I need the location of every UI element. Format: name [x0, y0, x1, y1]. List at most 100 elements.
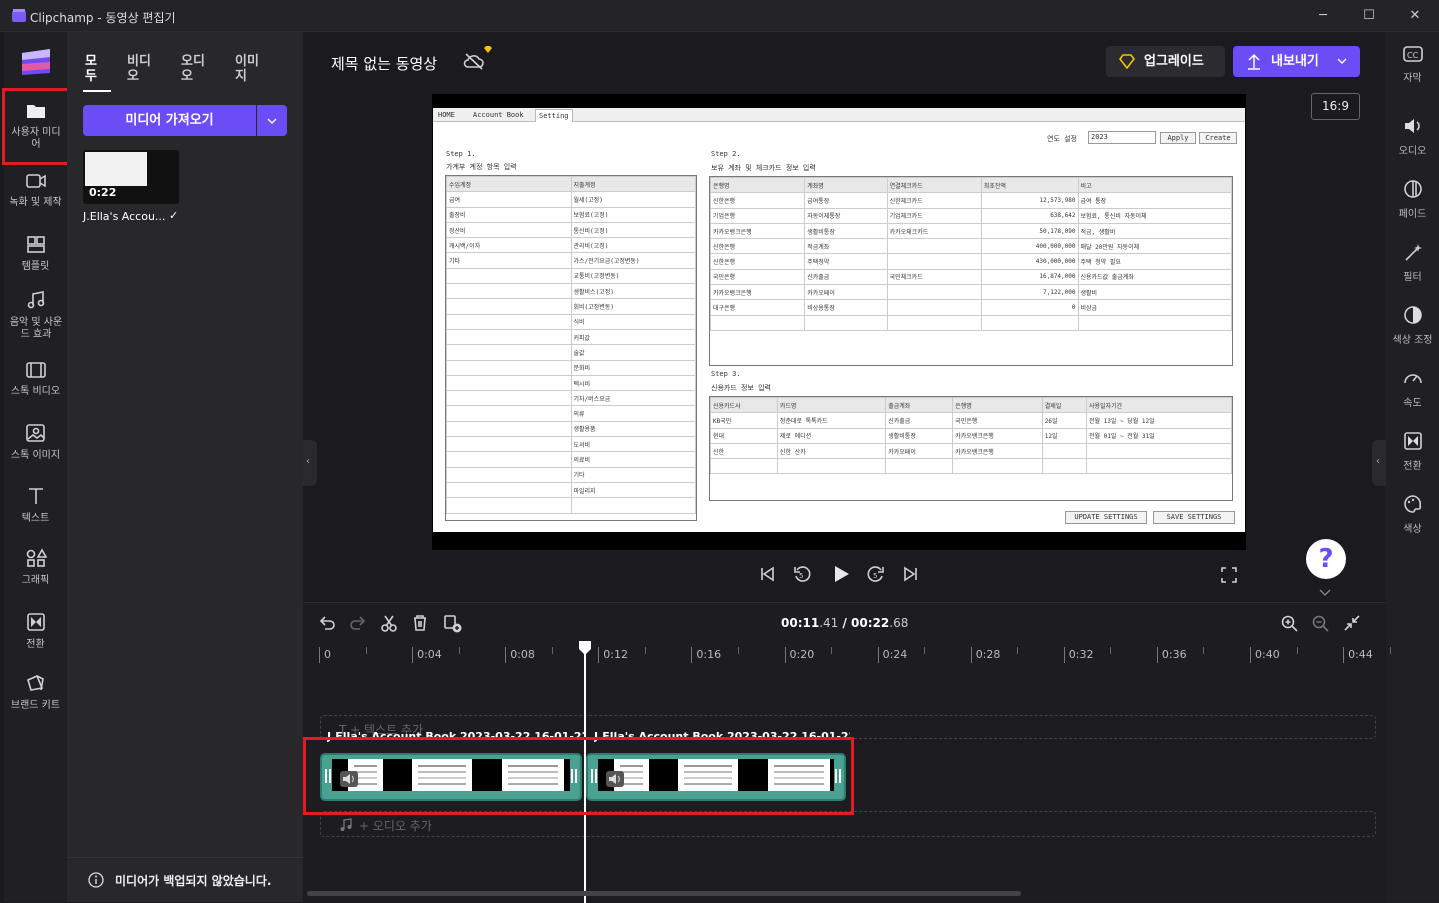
minimize-button[interactable]: ─ [1311, 6, 1335, 26]
tab-audio[interactable]: 오디오 [181, 54, 211, 84]
grid-cell: 0 [980, 299, 1079, 316]
grid-cell: 12,573,980 [980, 192, 1079, 209]
project-title[interactable]: 제목 없는 동영상 [331, 53, 437, 74]
grid-row: 기타 [446, 466, 696, 483]
speaker-icon [1404, 119, 1420, 133]
chevron-down-icon [1337, 58, 1347, 64]
help-button[interactable]: ? [1306, 539, 1346, 579]
ruler-label: 0:20 [789, 648, 815, 661]
ruler-tick [1063, 647, 1065, 663]
grid-cell [446, 313, 572, 330]
grid-cell: 전월 01일 ~ 전월 31일 [1085, 427, 1233, 444]
zoom-out-icon[interactable] [1311, 614, 1329, 632]
nav-text[interactable]: 텍스트 [4, 486, 67, 525]
right-label: 자막 [1403, 73, 1422, 84]
rewind-5-icon[interactable]: 5 [792, 564, 812, 584]
nav-label: 녹화 및 제작 [9, 197, 62, 208]
grid-cell: 보험료(고정) [570, 206, 696, 223]
grid-header-cell: 결제일 [1041, 396, 1087, 414]
import-media-button[interactable]: 미디어 가져오기 [83, 105, 256, 136]
step3-sub: 신용카드 정보 입력 [711, 384, 771, 392]
right-captions[interactable]: CC 자막 [1386, 45, 1439, 84]
right-color[interactable]: 색상 [1386, 494, 1439, 535]
thumbnail-name: J.Ella's Accou... [83, 210, 166, 223]
nav-brand-kit[interactable]: 브랜드 키트 [4, 673, 67, 712]
collapse-right-handle[interactable]: ‹ [1372, 440, 1386, 486]
scissors-icon[interactable] [380, 614, 398, 632]
export-button[interactable]: 내보내기 [1233, 46, 1360, 77]
nav-label: 스톡 이미지 [10, 450, 61, 461]
media-thumbnail[interactable]: 0:22 [83, 150, 179, 204]
fit-timeline-icon[interactable] [1343, 614, 1361, 632]
grid-cell: 400,000,000 [980, 238, 1079, 255]
maximize-button[interactable]: ☐ [1357, 6, 1381, 26]
grid-cell [980, 314, 1079, 331]
time-ruler[interactable]: 0 0:04 0:08 0:12 0:16 0:20 0:24 0:28 0:32 0:36 0:4… [303, 643, 1391, 665]
step1-sub: 가계부 계정 항목 입력 [446, 163, 517, 171]
nav-transitions[interactable]: 전환 [4, 612, 67, 651]
app-logo-icon [22, 49, 50, 75]
grid-cell: 적금계좌 [804, 238, 888, 255]
nav-templates[interactable]: 템플릿 [4, 234, 67, 273]
nav-stock-images[interactable]: 스톡 이미지 [4, 423, 67, 462]
right-audio[interactable]: 오디오 [1386, 116, 1439, 157]
grid-cell: 관리비(고정) [570, 237, 696, 254]
right-speed[interactable]: 속도 [1386, 368, 1439, 409]
skip-back-icon[interactable] [758, 565, 776, 583]
grid-cell [886, 253, 982, 270]
grid-cell [446, 344, 572, 361]
tab-all[interactable]: 모두 [85, 54, 115, 84]
import-dropdown-button[interactable] [257, 105, 287, 136]
upgrade-button[interactable]: 업그레이드 [1106, 46, 1225, 77]
ruler-minor-tick [1389, 647, 1391, 654]
right-transition[interactable]: 전환 [1386, 431, 1439, 472]
title-bar: Clipchamp - 동영상 편집기 ─ ☐ ✕ [0, 0, 1439, 32]
tab-video[interactable]: 비디오 [127, 54, 157, 84]
nav-music[interactable]: 음악 및 사운드 효과 [4, 290, 67, 341]
duplicate-icon[interactable] [443, 614, 463, 633]
create-btn: Create [1199, 132, 1237, 144]
skip-forward-icon[interactable] [902, 565, 920, 583]
nav-record[interactable]: 녹화 및 제작 [4, 172, 67, 209]
grid-cell: KB국민 [710, 412, 778, 429]
chevron-down-icon[interactable] [1319, 589, 1331, 597]
right-filter[interactable]: 필터 [1386, 242, 1439, 283]
nav-stock-video[interactable]: 스톡 비디오 [4, 361, 67, 398]
nav-graphics[interactable]: 그래픽 [4, 548, 67, 587]
close-button[interactable]: ✕ [1403, 6, 1427, 26]
grid-cell [886, 299, 982, 316]
play-icon[interactable] [830, 563, 852, 585]
nav-label: 템플릿 [21, 261, 50, 272]
cloud-off-icon [463, 53, 484, 70]
grid-cell: 주택청약 [804, 253, 888, 270]
grid-row: 기업은행 자동이체통장 기업체크카드 638,642 보험료, 통신비 자동이체 [709, 207, 1232, 224]
grid-cell: 술값 [570, 344, 696, 361]
aspect-ratio-button[interactable]: 16:9 [1311, 93, 1360, 120]
grid-cell: 자동이체통장 [804, 207, 888, 224]
grid-header-cell: 은행명 [952, 396, 1043, 414]
tab-images[interactable]: 이미지 [235, 54, 265, 84]
forward-5-icon[interactable]: 5 [866, 564, 886, 584]
undo-icon[interactable] [318, 614, 336, 632]
collapse-left-handle[interactable]: ‹ [303, 440, 317, 486]
grid-cell: 신한 산카 [776, 442, 887, 460]
preview-document: HOME Account Book Setting 연도 설정 2023 App… [433, 108, 1245, 532]
step1-title: Step 1. [446, 150, 476, 158]
playhead-handle[interactable] [579, 641, 591, 655]
right-fade[interactable]: 페이드 [1386, 179, 1439, 220]
right-color-adjust[interactable]: 색상 조정 [1386, 305, 1439, 346]
grid-cell: 신한체크카드 [886, 192, 982, 209]
trash-icon[interactable] [411, 614, 429, 632]
grid-row: 국민은행 신카출금 국민체크카드 16,874,000 신용카드값 출금계좌 [709, 268, 1232, 286]
zoom-in-icon[interactable] [1280, 614, 1298, 632]
ruler-tick [691, 647, 693, 663]
timeline-scrollbar[interactable] [307, 891, 1021, 896]
fullscreen-icon[interactable] [1220, 566, 1238, 584]
redo-icon[interactable] [349, 614, 367, 632]
grid-cell: 기업은행 [709, 207, 806, 224]
tab-underline [83, 90, 111, 92]
grid-cell: 26일 [1041, 412, 1087, 429]
grid-header-cell: 신용카드사 [710, 396, 778, 414]
grid-header-row: 수입계정 지출계정 [446, 175, 696, 193]
grid-cell: 커피값 [570, 328, 696, 346]
